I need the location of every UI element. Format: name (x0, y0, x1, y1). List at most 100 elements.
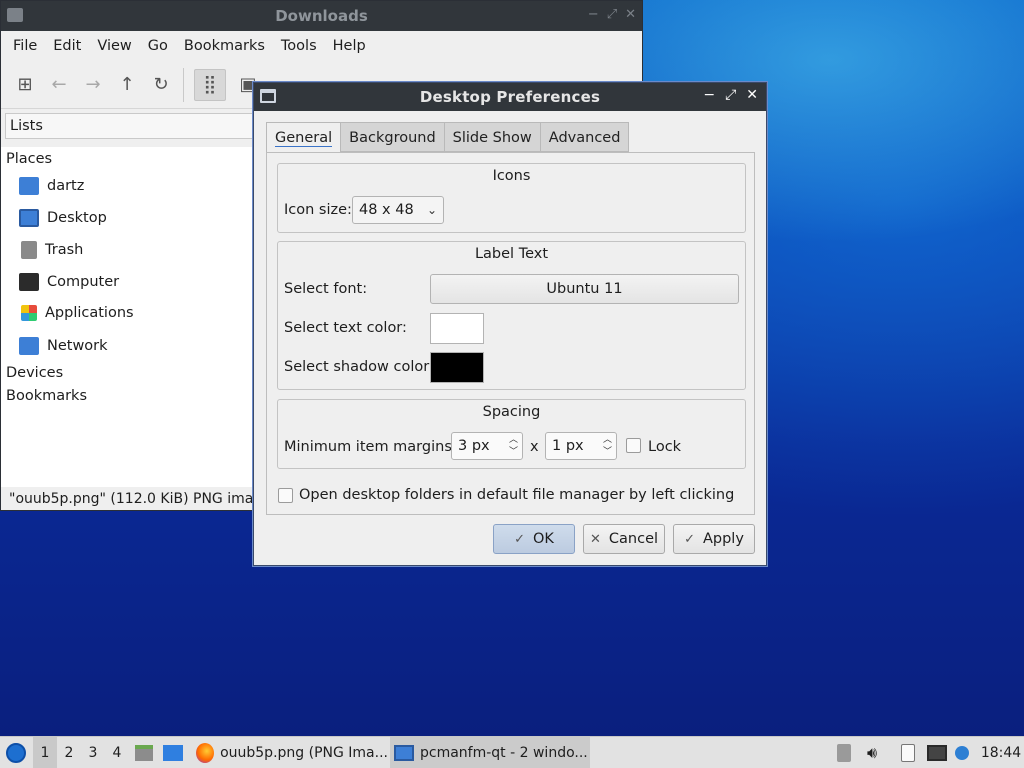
chevron-down-icon: ⌄ (426, 203, 437, 217)
select-font-button[interactable]: Ubuntu 11 (430, 274, 739, 304)
icons-group-title: Icons (492, 168, 531, 184)
label-text-group: Label Text Select font: Ubuntu 11 Select… (277, 241, 746, 390)
margin-x-spinbox[interactable]: 3 px ︿ ﹀ (451, 432, 523, 460)
menubar: File Edit View Go Bookmarks Tools Help (1, 31, 642, 61)
tab-slide-show[interactable]: Slide Show (444, 122, 541, 152)
workspace-2[interactable]: 2 (57, 737, 81, 768)
icon-view-icon[interactable]: ⣿ (194, 68, 226, 101)
spin-up-down-icon[interactable]: ︿ ﹀ (509, 434, 518, 458)
check-icon: ✓ (684, 531, 695, 547)
task-pcmanfm[interactable]: pcmanfm-qt - 2 windo... (390, 737, 590, 768)
desktop-icon (19, 209, 39, 227)
text-color-swatch[interactable] (430, 313, 484, 344)
maximize-icon[interactable]: ⤢ (725, 87, 736, 103)
places-header[interactable]: Places (6, 151, 52, 167)
devices-header[interactable]: Devices (6, 365, 63, 381)
lock-checkbox[interactable] (626, 438, 641, 453)
maximize-icon[interactable]: ⤢ (607, 7, 617, 22)
place-applications[interactable]: Applications (19, 305, 134, 321)
ok-button[interactable]: ✓ OK (493, 524, 575, 554)
cancel-button[interactable]: ✕ Cancel (583, 524, 665, 554)
back-arrow-icon[interactable]: ← (47, 73, 71, 97)
workspace-4[interactable]: 4 (105, 737, 129, 768)
file-manager-launcher[interactable] (134, 737, 154, 768)
dialog-titlebar[interactable]: Desktop Preferences − ⤢ ✕ (254, 83, 766, 111)
icons-group: Icons Icon size: 48 x 48 ⌄ (277, 163, 746, 233)
menu-edit[interactable]: Edit (45, 38, 89, 54)
minimum-item-margins-label: Minimum item margins: (284, 439, 457, 455)
place-network[interactable]: Network (19, 337, 108, 355)
workspace-3[interactable]: 3 (81, 737, 105, 768)
menu-file[interactable]: File (5, 38, 45, 54)
toolbar-separator (183, 67, 184, 102)
taskbar: 1 2 3 4 ouub5p.png (PNG Ima... pcmanfm-q… (0, 736, 1024, 768)
start-menu-button[interactable] (4, 737, 28, 768)
tab-background[interactable]: Background (341, 122, 445, 152)
icon-size-combo[interactable]: 48 x 48 ⌄ (352, 196, 444, 224)
up-arrow-icon[interactable]: ↑ (115, 73, 139, 97)
menu-help[interactable]: Help (325, 38, 374, 54)
apply-button[interactable]: ✓ Apply (673, 524, 755, 554)
place-trash[interactable]: Trash (19, 241, 83, 259)
tray-notifications[interactable] (953, 737, 971, 768)
clock[interactable]: 18:44 (981, 737, 1021, 768)
tray-network[interactable] (926, 737, 948, 768)
network-icon (927, 745, 947, 761)
computer-icon (19, 273, 39, 291)
show-desktop-button[interactable] (162, 737, 184, 768)
bookmarks-header[interactable]: Bookmarks (6, 388, 87, 404)
lock-label[interactable]: Lock (648, 439, 681, 455)
desktop-preferences-dialog: Desktop Preferences − ⤢ ✕ General Backgr… (253, 82, 767, 566)
info-icon (955, 746, 969, 760)
shadow-color-swatch[interactable] (430, 352, 484, 383)
speaker-icon: 🔊︎ (866, 743, 878, 762)
tray-volume[interactable]: 🔊︎ (862, 737, 882, 768)
tab-advanced[interactable]: Advanced (540, 122, 630, 152)
side-panel-mode-combo[interactable]: Lists (5, 113, 265, 139)
side-panel: Places dartz Desktop Trash Computer Appl… (1, 147, 261, 487)
menu-tools[interactable]: Tools (273, 38, 325, 54)
place-home[interactable]: dartz (19, 177, 84, 195)
open-folders-checkbox[interactable] (278, 488, 293, 503)
forward-arrow-icon[interactable]: → (81, 73, 105, 97)
workspace-1[interactable]: 1 (33, 737, 57, 768)
task-firefox[interactable]: ouub5p.png (PNG Ima... (192, 737, 388, 768)
minimize-icon[interactable]: − (703, 87, 715, 103)
reload-icon[interactable]: ↻ (149, 73, 173, 97)
spacing-group: Spacing Minimum item margins: 3 px ︿ ﹀ x … (277, 399, 746, 469)
fm-titlebar[interactable]: Downloads − ⤢ ✕ (1, 1, 642, 31)
label-text-group-title: Label Text (474, 246, 549, 262)
fm-window-title: Downloads (275, 7, 368, 25)
general-tab-panel: Icons Icon size: 48 x 48 ⌄ Label Text Se… (266, 152, 755, 515)
margin-times-label: x (530, 439, 539, 455)
menu-view[interactable]: View (89, 38, 139, 54)
icon-size-label: Icon size: (284, 202, 352, 218)
place-desktop[interactable]: Desktop (19, 209, 107, 227)
close-icon[interactable]: ✕ (746, 87, 758, 103)
margin-y-spinbox[interactable]: 1 px ︿ ﹀ (545, 432, 617, 460)
close-icon[interactable]: ✕ (625, 7, 636, 22)
home-folder-icon (19, 177, 39, 195)
desktop-icon (163, 745, 183, 761)
open-folders-label[interactable]: Open desktop folders in default file man… (299, 487, 734, 503)
tab-general[interactable]: General (266, 122, 342, 153)
update-icon (837, 744, 851, 762)
menu-bookmarks[interactable]: Bookmarks (176, 38, 273, 54)
trash-icon (21, 241, 37, 259)
clipboard-icon (901, 744, 915, 762)
tab-bar: General Background Slide Show Advanced (266, 122, 630, 153)
lubuntu-logo-icon (6, 743, 26, 763)
check-icon: ✓ (514, 531, 525, 547)
select-shadow-color-label: Select shadow color: (284, 359, 434, 375)
folder-icon (394, 745, 414, 761)
select-text-color-label: Select text color: (284, 320, 407, 336)
file-manager-icon (135, 745, 153, 761)
tray-update-notifier[interactable] (835, 737, 853, 768)
tray-clipboard[interactable] (898, 737, 918, 768)
network-folder-icon (19, 337, 39, 355)
menu-go[interactable]: Go (140, 38, 176, 54)
place-computer[interactable]: Computer (19, 273, 119, 291)
minimize-icon[interactable]: − (588, 7, 599, 22)
spin-up-down-icon[interactable]: ︿ ﹀ (603, 434, 612, 458)
new-tab-icon[interactable]: ⊞ (13, 73, 37, 97)
